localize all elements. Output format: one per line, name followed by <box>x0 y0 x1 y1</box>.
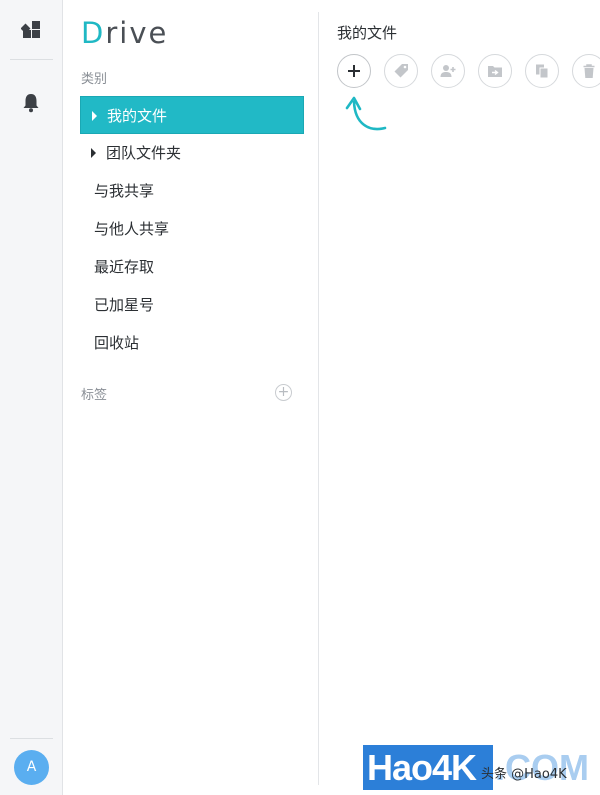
sidebar-item-recent[interactable]: 最近存取 <box>80 248 304 286</box>
main-panel: 我的文件 <box>319 0 600 795</box>
sidebar-item-shared-with-me[interactable]: 与我共享 <box>80 172 304 210</box>
sidebar-item-label: 与我共享 <box>94 182 155 200</box>
rail-divider-bottom <box>10 738 53 739</box>
sidebar-item-label: 团队文件夹 <box>106 144 182 162</box>
add-user-icon <box>440 65 456 77</box>
sidebar-item-my-files[interactable]: 我的文件 <box>80 96 304 134</box>
new-button[interactable] <box>337 54 371 88</box>
copy-button[interactable] <box>525 54 559 88</box>
tags-heading: 标签 <box>81 388 108 403</box>
sidebar: Drive 类别 我的文件 团队文件夹 与我共享 与他人共享 最近存取 已加星号… <box>64 0 319 795</box>
delete-button[interactable] <box>572 54 600 88</box>
caret-right-icon[interactable] <box>92 111 97 121</box>
caret-right-icon[interactable] <box>91 148 96 158</box>
category-heading: 类别 <box>81 72 108 87</box>
app-logo[interactable]: Drive <box>81 16 168 50</box>
move-folder-icon <box>488 66 502 77</box>
app-rail: A <box>0 0 63 795</box>
sidebar-item-label: 回收站 <box>94 334 140 352</box>
rail-divider <box>10 59 53 60</box>
sidebar-item-starred[interactable]: 已加星号 <box>80 286 304 324</box>
move-button[interactable] <box>478 54 512 88</box>
logo-text: rive <box>105 16 169 50</box>
watermark-source: 头条 @Hao4K <box>481 767 567 782</box>
avatar[interactable]: A <box>14 750 49 785</box>
bell-icon[interactable] <box>22 93 40 113</box>
watermark: Hao4K .COM 头条 @Hao4K <box>363 745 595 790</box>
page-title: 我的文件 <box>337 24 398 42</box>
sidebar-item-label: 与他人共享 <box>94 220 170 238</box>
copy-icon <box>536 64 549 79</box>
tag-icon <box>394 64 408 78</box>
sidebar-item-label: 最近存取 <box>94 258 155 276</box>
sidebar-item-team-folders[interactable]: 团队文件夹 <box>80 134 304 172</box>
plus-icon <box>348 65 360 77</box>
apps-icon[interactable] <box>21 19 41 39</box>
watermark-brand: Hao4K <box>367 747 477 788</box>
sidebar-item-label: 已加星号 <box>94 296 155 314</box>
add-tag-button[interactable]: + <box>275 384 292 401</box>
curved-arrow-icon <box>345 96 387 131</box>
logo-letter: D <box>81 16 106 50</box>
trash-icon <box>583 64 595 78</box>
tag-button[interactable] <box>384 54 418 88</box>
sidebar-item-label: 我的文件 <box>107 107 168 125</box>
share-user-button[interactable] <box>431 54 465 88</box>
sidebar-item-recycle-bin[interactable]: 回收站 <box>80 324 304 362</box>
sidebar-item-shared-with-others[interactable]: 与他人共享 <box>80 210 304 248</box>
